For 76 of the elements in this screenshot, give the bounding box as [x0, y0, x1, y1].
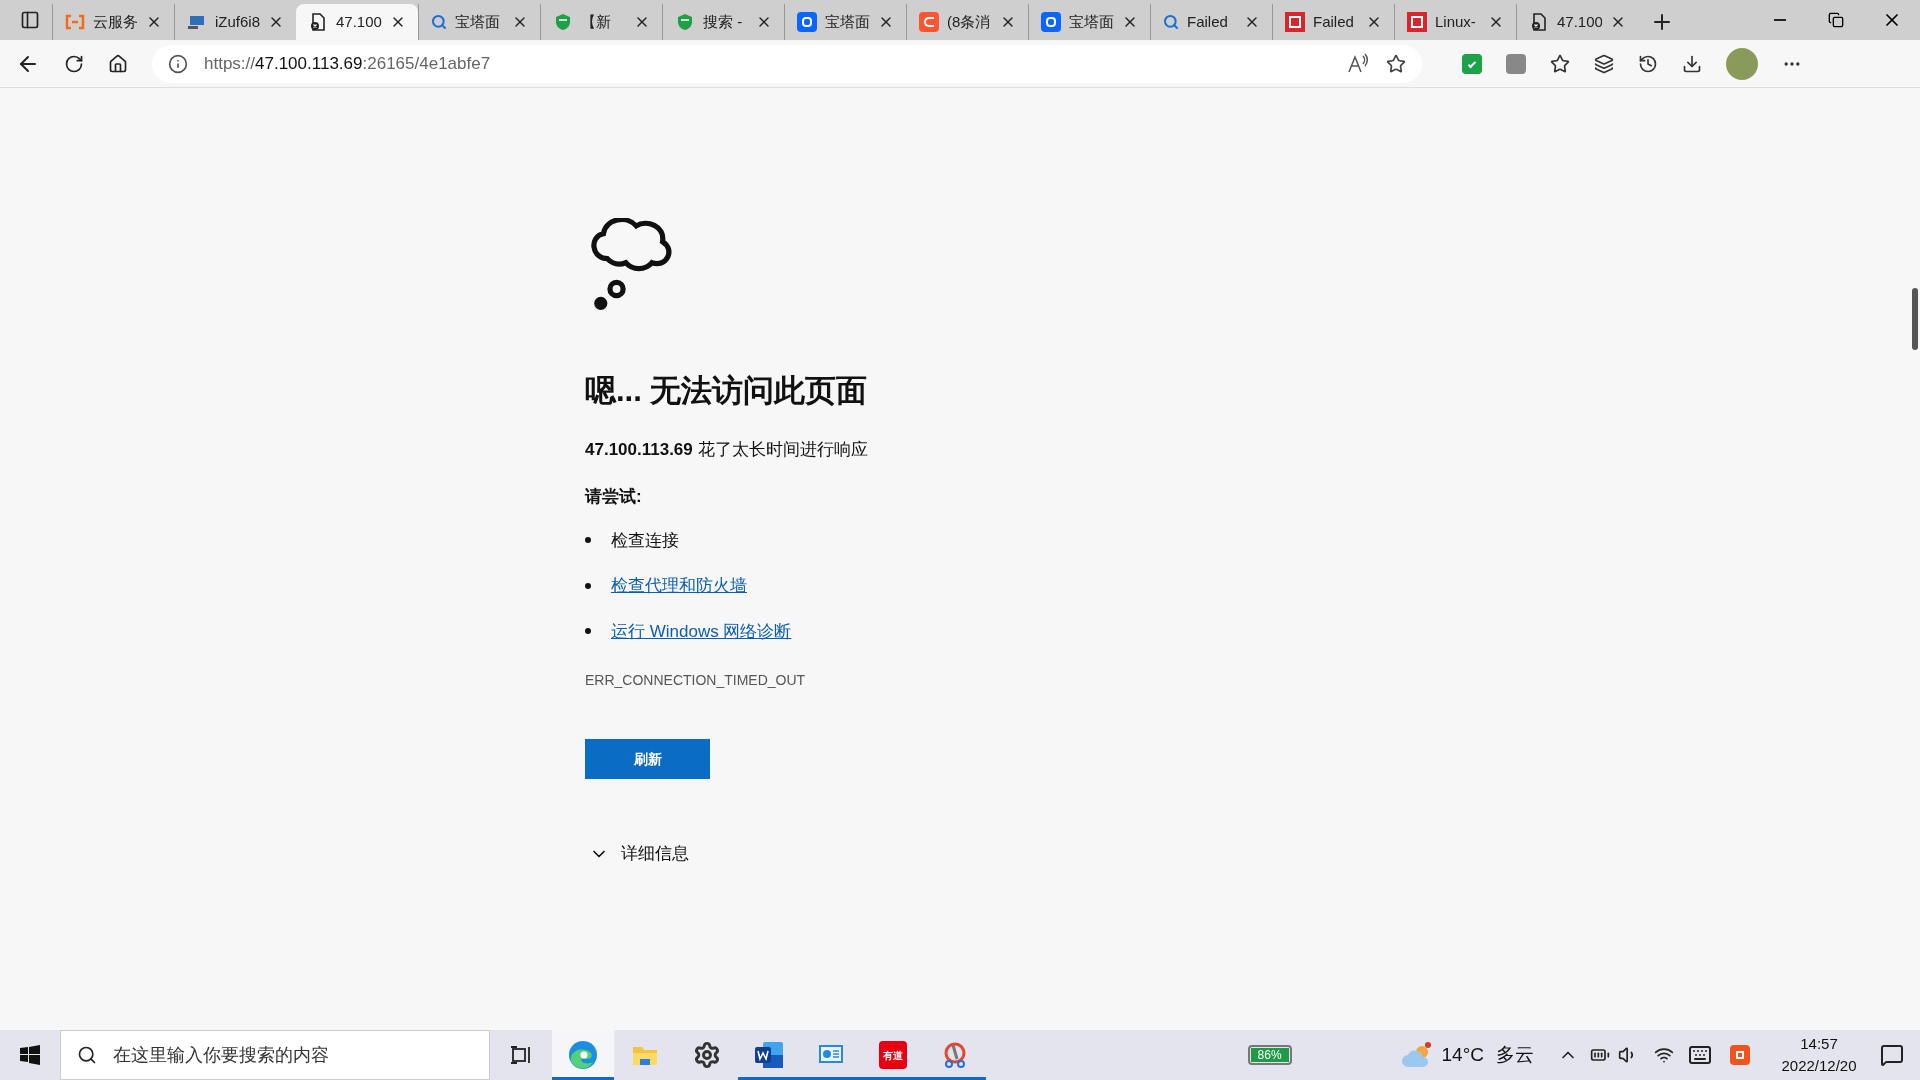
tab-title: 宝塔面: [825, 11, 870, 32]
tab-title: iZuf6i8: [215, 11, 260, 32]
search-icon: [431, 14, 447, 30]
tab-actions-icon: [20, 10, 40, 30]
page-error-icon: [1529, 12, 1549, 32]
zhihu-logo-icon: [797, 12, 817, 32]
home-icon[interactable]: [108, 53, 128, 74]
history-icon[interactable]: [1638, 53, 1658, 74]
suggestion-text: 检查连接: [611, 529, 679, 552]
tab-title: 【新: [581, 11, 612, 32]
taskbar-app-button[interactable]: 有道: [862, 1030, 924, 1080]
info-icon[interactable]: [168, 53, 188, 74]
weather-text: 多云: [1496, 1042, 1534, 1067]
temperature: 14°C: [1441, 1042, 1484, 1067]
scrollbar-thumb[interactable]: [1912, 288, 1918, 350]
page-error-icon: [308, 12, 328, 32]
add-favorite-icon[interactable]: [1386, 53, 1406, 74]
profile-avatar[interactable]: [1726, 47, 1758, 80]
restore-icon: [1828, 12, 1844, 28]
word-icon: [753, 1039, 785, 1071]
search-icon: [1163, 14, 1179, 30]
favorites-icon[interactable]: [1550, 53, 1570, 74]
url-text: https://47.100.113.69:26165/4e1abfe7: [204, 52, 492, 75]
tab-title: 宝塔面: [1069, 11, 1114, 32]
refresh-button[interactable]: 刷新: [585, 739, 710, 779]
taskbar-app-button[interactable]: [552, 1030, 614, 1080]
tab-title: Linux-: [1435, 11, 1477, 32]
tab-title: 宝塔面: [455, 11, 501, 32]
tab-title: 搜索 -: [703, 11, 744, 32]
windows-logo-icon: [20, 1045, 40, 1065]
tab-title: (8条消: [947, 11, 992, 32]
task-view-icon: [509, 1043, 533, 1067]
settings-icon: [693, 1041, 721, 1069]
suggestion-link[interactable]: 检查代理和防火墙: [611, 573, 747, 599]
csdn-logo-icon: [919, 12, 939, 32]
tab-title: 47.100: [336, 11, 382, 32]
tab-title: Failed: [1313, 11, 1355, 32]
wifi-icon[interactable]: [1654, 1045, 1674, 1065]
taskbar-search-field[interactable]: 在这里输入你要搜索的内容: [60, 1030, 490, 1080]
error-heading: 嗯... 无法访问此页面: [585, 372, 868, 410]
tab-title: Failed: [1187, 11, 1229, 32]
square-logo-icon: [1407, 12, 1427, 32]
tab-title: 云服务: [93, 11, 138, 32]
tab-title: 47.100: [1557, 11, 1602, 32]
search-icon: [77, 1045, 97, 1065]
clock-time[interactable]: 14:57: [1800, 1032, 1838, 1055]
address-bar[interactable]: https://47.100.113.69:26165/4e1abfe7: [152, 44, 1422, 83]
sogou-input-icon[interactable]: [1730, 1045, 1750, 1065]
suggestion-link[interactable]: 运行 Windows 网络诊断: [611, 618, 792, 644]
try-label: 请尝试:: [585, 486, 642, 508]
youdao-app-icon: 有道: [879, 1041, 907, 1069]
search-placeholder: 在这里输入你要搜索的内容: [113, 1043, 329, 1067]
weather-cloud-icon: [1401, 1041, 1434, 1069]
bullet-icon: [585, 537, 591, 544]
bullet-icon: [585, 582, 591, 589]
square-logo-icon: [1285, 12, 1305, 32]
bracket-icon: [65, 12, 85, 32]
error-code: ERR_CONNECTION_TIMED_OUT: [585, 671, 806, 690]
battery-indicator: 86%: [1247, 1045, 1292, 1065]
details-toggle[interactable]: 详细信息: [589, 841, 689, 867]
error-message: 47.100.113.69 花了太长时间进行响应: [585, 438, 868, 461]
download-icon[interactable]: [1682, 53, 1702, 74]
keyboard-icon[interactable]: [1686, 1043, 1714, 1067]
bullet-icon: [585, 628, 591, 635]
zhihu-logo-icon: [1041, 12, 1061, 32]
shield-icon: [675, 12, 695, 32]
collections-icon[interactable]: [1594, 53, 1614, 74]
shield-icon: [553, 12, 573, 32]
minimize-icon: [1774, 19, 1786, 21]
refresh-icon[interactable]: [64, 53, 84, 74]
browser-tab[interactable]: 47.100: [296, 4, 418, 40]
edge-icon: [567, 1039, 599, 1071]
extension-icon[interactable]: [1506, 53, 1526, 74]
clock-date[interactable]: 2022/12/20: [1781, 1055, 1857, 1078]
shield-extension-icon[interactable]: [1462, 53, 1482, 74]
notifications-icon[interactable]: [1880, 1043, 1904, 1067]
